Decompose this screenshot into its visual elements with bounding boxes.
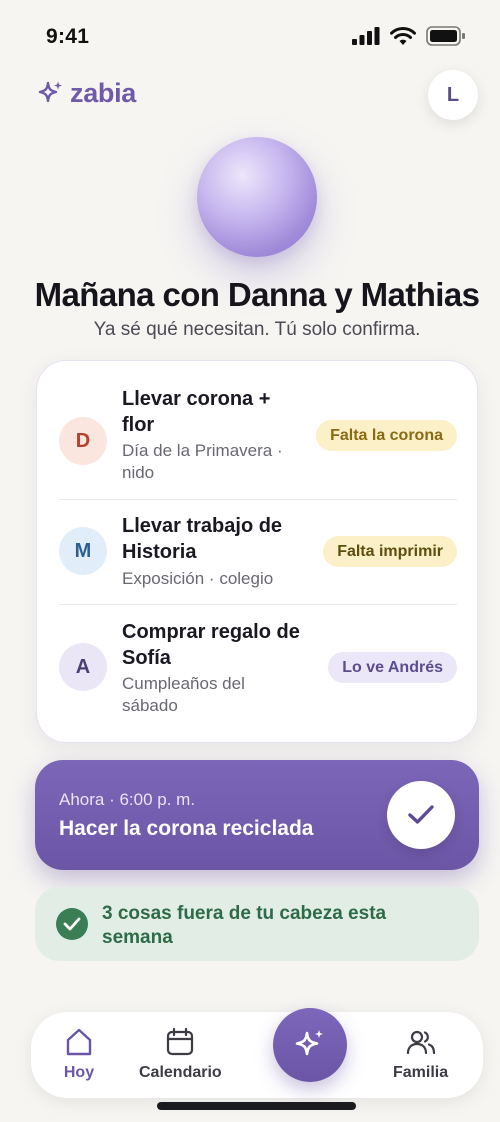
summary-text: 3 cosas fuera de tu cabeza esta semana — [102, 903, 387, 948]
task-subtitle: Cumpleaños del sábado — [122, 674, 245, 715]
task-subtitle: Exposición · colegio — [122, 569, 274, 588]
tasks-card: D Llevar corona + flor Día de la Primave… — [36, 360, 478, 743]
status-icons — [352, 26, 466, 46]
assistant-orb[interactable] — [197, 137, 317, 257]
calendar-icon — [167, 1027, 194, 1056]
assistant-fab[interactable] — [273, 1008, 347, 1082]
task-subtitle: Día de la Primavera · nido — [122, 441, 283, 482]
complete-task-button[interactable] — [387, 781, 455, 849]
status-badge: Falta la corona — [316, 420, 457, 451]
status-time: 9:41 — [46, 25, 90, 48]
task-item[interactable]: D Llevar corona + flor Día de la Primave… — [59, 385, 457, 495]
now-banner[interactable]: Ahora · 6:00 p. m. Hacer la corona recic… — [35, 760, 479, 870]
divider — [59, 604, 457, 605]
task-title: Comprar regalo de Sofía — [122, 621, 300, 669]
app-name: zabia — [70, 78, 137, 108]
member-badge: D — [59, 417, 107, 465]
check-icon — [408, 805, 434, 824]
bottom-nav: Hoy Calendario Familia — [31, 1012, 483, 1098]
app-logo: zabia — [36, 78, 136, 109]
status-badge: Falta imprimir — [323, 536, 457, 567]
battery-icon — [426, 26, 465, 46]
status-badge: Lo ve Andrés — [328, 652, 457, 683]
avatar[interactable]: L — [428, 70, 478, 120]
nav-label: Calendario — [139, 1064, 222, 1081]
sparkle-icon — [295, 1030, 323, 1056]
nav-item-calendario[interactable]: Calendario — [139, 1026, 222, 1082]
nav-item-hoy[interactable]: Hoy — [63, 1026, 95, 1082]
page-subtitle: Ya sé qué necesitan. Tú solo confirma. — [93, 319, 421, 340]
page-title: Mañana con Danna y Mathias — [34, 276, 480, 313]
weekly-summary: 3 cosas fuera de tu cabeza esta semana — [35, 887, 479, 961]
task-title: Llevar corona + flor — [122, 388, 271, 436]
now-task: Hacer la corona reciclada — [59, 817, 314, 840]
status-bar: 9:41 — [0, 0, 500, 70]
sparkle-logo-icon — [38, 81, 62, 102]
home-indicator — [157, 1102, 356, 1110]
member-badge: M — [59, 527, 107, 575]
member-badge: A — [59, 643, 107, 691]
home-icon — [66, 1028, 92, 1056]
task-item[interactable]: M Llevar trabajo de Historia Exposición … — [59, 513, 457, 603]
divider — [59, 499, 457, 500]
nav-label: Hoy — [63, 1064, 95, 1081]
task-item[interactable]: A Comprar regalo de Sofía Cumpleaños del… — [59, 619, 457, 729]
nav-label: Familia — [393, 1064, 449, 1081]
task-title: Llevar trabajo de Historia — [122, 515, 283, 563]
check-circle-icon — [56, 908, 88, 940]
signal-icon — [352, 27, 380, 45]
nav-item-familia[interactable]: Familia — [393, 1026, 448, 1082]
wifi-icon — [390, 26, 416, 45]
family-icon — [406, 1030, 435, 1055]
now-time: Ahora · 6:00 p. m. — [59, 790, 196, 809]
